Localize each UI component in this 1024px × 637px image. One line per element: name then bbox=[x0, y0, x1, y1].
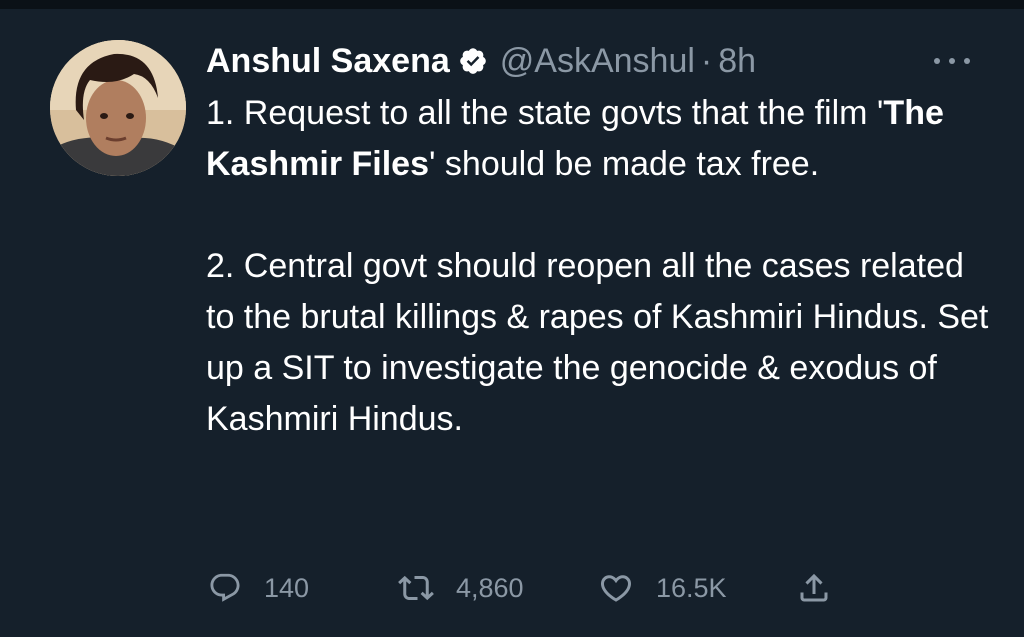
reply-icon bbox=[210, 573, 240, 602]
tweet-text-segment: ' should be made tax free. bbox=[428, 145, 820, 183]
like-count: 16.5K bbox=[656, 572, 727, 603]
heart-icon bbox=[600, 575, 632, 602]
tweet-actions: 140 4,860 16.5K bbox=[208, 564, 848, 612]
more-dot-icon bbox=[949, 58, 955, 64]
reply-count: 140 bbox=[264, 572, 310, 603]
avatar[interactable] bbox=[50, 40, 186, 176]
top-divider bbox=[0, 0, 1024, 9]
retweet-button[interactable]: 4,860 bbox=[398, 564, 524, 612]
verified-badge-icon bbox=[458, 46, 488, 76]
user-handle[interactable]: @AskAnshul bbox=[500, 42, 695, 81]
timestamp[interactable]: 8h bbox=[718, 42, 756, 81]
more-dot-icon bbox=[934, 58, 940, 64]
separator-dot: · bbox=[700, 41, 713, 80]
tweet-text: 1. Request to all the state govts that t… bbox=[206, 88, 996, 445]
share-button[interactable] bbox=[796, 564, 832, 612]
avatar-image bbox=[50, 40, 186, 176]
share-icon bbox=[800, 573, 828, 602]
reply-button[interactable]: 140 bbox=[208, 564, 309, 612]
like-button[interactable]: 16.5K bbox=[598, 564, 727, 612]
tweet-text-segment: 1. Request to all the state govts that t… bbox=[206, 94, 884, 132]
retweet-icon bbox=[398, 575, 434, 601]
tweet-paragraph-2: 2. Central govt should reopen all the ca… bbox=[206, 247, 989, 438]
display-name[interactable]: Anshul Saxena bbox=[206, 42, 450, 81]
tweet-header: Anshul Saxena @AskAnshul · 8h bbox=[206, 38, 756, 84]
tweet-paragraph-1: 1. Request to all the state govts that t… bbox=[206, 88, 996, 190]
retweet-count: 4,860 bbox=[456, 572, 524, 603]
more-options-button[interactable] bbox=[930, 48, 974, 74]
more-dot-icon bbox=[964, 58, 970, 64]
